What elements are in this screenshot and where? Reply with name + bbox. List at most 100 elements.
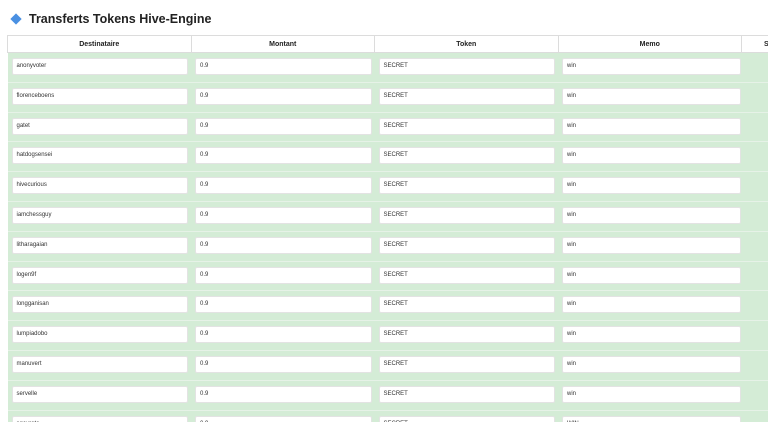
- column-header-destinataire: Destinataire: [7, 35, 192, 53]
- memo-input[interactable]: win: [562, 326, 741, 344]
- destinataire-input[interactable]: servelle: [11, 385, 188, 403]
- table-row: litharagaian 0.9 SECRET win: [7, 230, 768, 262]
- token-input[interactable]: SECRET: [378, 87, 555, 105]
- table-cell-memo: win: [558, 200, 742, 232]
- montant-input[interactable]: 0.9: [195, 385, 372, 403]
- destinataire-input[interactable]: lumpiadobo: [11, 326, 188, 344]
- table-cell-destinataire: sgcurate: [7, 409, 191, 422]
- destinataire-input[interactable]: anonyvoter: [11, 58, 188, 75]
- montant-input[interactable]: 0.9: [195, 415, 372, 422]
- column-header-montant: Montant: [190, 35, 375, 53]
- token-input[interactable]: SECRET: [378, 326, 555, 344]
- destinataire-input[interactable]: florenceboens: [11, 87, 188, 105]
- table-cell-destinataire: anonyvoter: [7, 52, 191, 83]
- table-cell-token: SECRET: [374, 409, 558, 422]
- destinataire-input[interactable]: litharagaian: [11, 236, 188, 254]
- token-input[interactable]: SECRET: [378, 177, 555, 195]
- destinataire-input[interactable]: logen9f: [11, 266, 188, 284]
- table-cell-destinataire: florenceboens: [7, 81, 191, 113]
- token-input[interactable]: SECRET: [378, 296, 555, 314]
- table-row: sgcurate 0.9 SECRET WIN: [7, 409, 768, 422]
- montant-input[interactable]: 0.9: [195, 58, 372, 75]
- token-input[interactable]: SECRET: [378, 58, 555, 75]
- montant-input[interactable]: 0.9: [195, 355, 372, 373]
- table-cell-memo: win: [558, 171, 742, 202]
- table-row: iamchessguy 0.9 SECRET win: [7, 200, 768, 232]
- table-cell-token: SECRET: [374, 200, 558, 232]
- page-header: Transferts Tokens Hive-Engine: [10, 10, 211, 28]
- destinataire-input[interactable]: iamchessguy: [11, 206, 188, 224]
- montant-input[interactable]: 0.9: [195, 147, 372, 165]
- table-cell-destinataire: iamchessguy: [7, 200, 191, 232]
- memo-input[interactable]: win: [562, 385, 741, 403]
- table-cell-montant: 0.9: [191, 260, 375, 291]
- memo-input[interactable]: win: [562, 177, 741, 195]
- montant-input[interactable]: 0.9: [195, 236, 372, 254]
- table-row: florenceboens 0.9 SECRET win: [7, 81, 768, 113]
- memo-input[interactable]: win: [562, 87, 741, 105]
- table-cell-memo: WIN: [558, 409, 742, 422]
- table-cell-destinataire: gatet: [7, 111, 191, 142]
- table-cell-truncated: [741, 320, 768, 351]
- destinataire-input[interactable]: sgcurate: [11, 415, 188, 422]
- transfers-table: Destinataire Montant Token Memo S anonyv…: [7, 35, 768, 422]
- token-input[interactable]: SECRET: [378, 355, 555, 373]
- table-cell-destinataire: hivecurious: [7, 171, 191, 202]
- table-cell-memo: win: [558, 260, 742, 291]
- montant-input[interactable]: 0.9: [195, 87, 372, 105]
- montant-input[interactable]: 0.9: [195, 117, 372, 135]
- montant-input[interactable]: 0.9: [195, 177, 372, 195]
- montant-input[interactable]: 0.9: [195, 326, 372, 344]
- memo-input[interactable]: win: [562, 58, 741, 75]
- table-cell-truncated: [741, 171, 768, 202]
- table-row: logen9f 0.9 SECRET win: [7, 260, 768, 291]
- table-cell-token: SECRET: [374, 111, 558, 142]
- montant-input[interactable]: 0.9: [195, 266, 372, 284]
- table-cell-montant: 0.9: [191, 409, 375, 422]
- destinataire-input[interactable]: hivecurious: [11, 177, 188, 195]
- memo-input[interactable]: win: [562, 117, 741, 135]
- table-cell-token: SECRET: [374, 379, 558, 411]
- token-input[interactable]: SECRET: [378, 206, 555, 224]
- table-row: anonyvoter 0.9 SECRET win: [7, 52, 768, 83]
- destinataire-input[interactable]: longganisan: [11, 296, 188, 314]
- table-cell-token: SECRET: [374, 290, 558, 321]
- table-cell-destinataire: manuvert: [7, 349, 191, 381]
- token-input[interactable]: SECRET: [378, 415, 555, 422]
- token-input[interactable]: SECRET: [378, 266, 555, 284]
- table-cell-montant: 0.9: [191, 111, 375, 142]
- destinataire-input[interactable]: manuvert: [11, 355, 188, 373]
- table-cell-truncated: [741, 52, 768, 83]
- destinataire-input[interactable]: gatet: [11, 117, 188, 135]
- memo-input[interactable]: win: [562, 296, 741, 314]
- token-input[interactable]: SECRET: [378, 117, 555, 135]
- memo-input[interactable]: win: [562, 206, 741, 224]
- memo-input[interactable]: win: [562, 236, 741, 254]
- montant-input[interactable]: 0.9: [195, 296, 372, 314]
- table-cell-truncated: [741, 290, 768, 321]
- montant-input[interactable]: 0.9: [195, 206, 372, 224]
- page-title: Transferts Tokens Hive-Engine: [29, 12, 212, 26]
- column-header-token: Token: [374, 35, 559, 53]
- table-cell-montant: 0.9: [191, 320, 375, 351]
- table-cell-destinataire: lumpiadobo: [7, 320, 191, 351]
- table-cell-montant: 0.9: [191, 290, 375, 321]
- memo-input[interactable]: WIN: [562, 415, 741, 422]
- table-cell-memo: win: [558, 141, 742, 172]
- memo-input[interactable]: win: [562, 147, 741, 165]
- table-cell-montant: 0.9: [191, 200, 375, 232]
- table-cell-montant: 0.9: [191, 171, 375, 202]
- token-input[interactable]: SECRET: [378, 385, 555, 403]
- destinataire-input[interactable]: hatdogsensei: [11, 147, 188, 165]
- table-cell-memo: win: [558, 349, 742, 381]
- table-cell-truncated: [741, 349, 768, 381]
- table-cell-destinataire: longganisan: [7, 290, 191, 321]
- table-cell-truncated: [741, 111, 768, 142]
- token-input[interactable]: SECRET: [378, 236, 555, 254]
- token-input[interactable]: SECRET: [378, 147, 555, 165]
- table-cell-truncated: [741, 230, 768, 262]
- table-cell-token: SECRET: [374, 171, 558, 202]
- memo-input[interactable]: win: [562, 355, 741, 373]
- column-header-truncated: S: [741, 35, 768, 53]
- memo-input[interactable]: win: [562, 266, 741, 284]
